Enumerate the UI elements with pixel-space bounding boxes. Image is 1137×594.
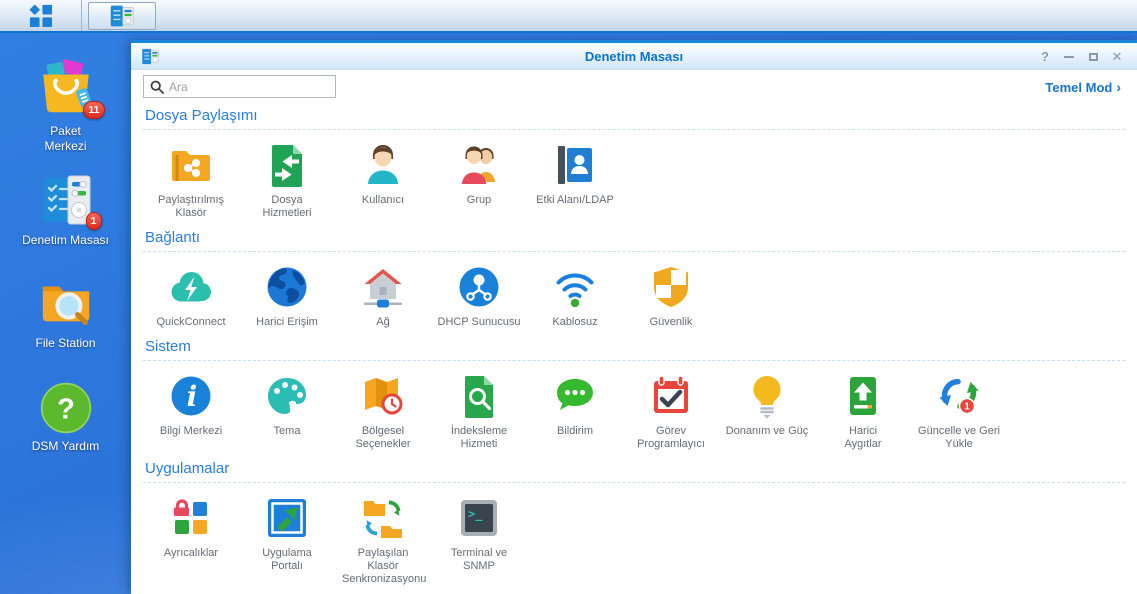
desktop-icon-label: Denetim Masası	[22, 233, 109, 248]
window-title: Denetim Masası	[131, 49, 1137, 64]
close-button[interactable]: ✕	[1107, 48, 1127, 66]
cp-item-ayricaliklar[interactable]: Ayrıcalıklar	[143, 494, 239, 560]
search-icon	[150, 80, 164, 94]
globe-icon	[263, 263, 311, 311]
update-restore-icon: 1	[935, 372, 983, 420]
desktop-icon-paket-merkezi[interactable]: 11 Paket Merkezi	[0, 59, 131, 154]
terminal-icon: >_	[455, 494, 503, 542]
cp-item-dhcp-sunucusu[interactable]: DHCP Sunucusu	[431, 263, 527, 329]
shield-icon	[647, 263, 695, 311]
taskbar	[0, 0, 1137, 33]
help-button[interactable]: ?	[1035, 48, 1055, 66]
user-icon	[359, 141, 407, 189]
folder-sync-icon	[359, 494, 407, 542]
cp-item-paylastirilmis-klasor[interactable]: Paylaştırılmış Klasör	[143, 141, 239, 220]
window-titlebar[interactable]: Denetim Masası ? ✕	[131, 43, 1137, 70]
cp-item-guncelle-ve-geri-yukle[interactable]: 1 Güncelle ve Geri Yükle	[911, 372, 1007, 451]
cp-item-etki-alani-ldap[interactable]: Etki Alanı/LDAP	[527, 141, 623, 207]
svg-text:>_: >_	[468, 507, 483, 522]
control-panel-icon	[109, 3, 135, 29]
file-services-icon	[263, 141, 311, 189]
desktop-icon-file-station[interactable]: File Station	[0, 275, 131, 351]
desktop-icon-label: DSM Yardım	[32, 439, 100, 454]
palette-icon	[263, 372, 311, 420]
indexing-search-icon	[455, 372, 503, 420]
cp-item-bildirim[interactable]: Bildirim	[527, 372, 623, 438]
cp-item-grup[interactable]: Grup	[431, 141, 527, 207]
search-input[interactable]	[169, 80, 329, 94]
window-content: Temel Mod› Dosya Paylaşımı Paylaştır	[131, 70, 1137, 594]
control-panel-window: Denetim Masası ? ✕ Temel Mod›	[131, 40, 1137, 594]
chevron-right-icon: ›	[1116, 79, 1121, 95]
cp-item-quickconnect[interactable]: QuickConnect	[143, 263, 239, 329]
svg-text:i: i	[187, 380, 198, 413]
cp-item-kullanici[interactable]: Kullanıcı	[335, 141, 431, 207]
section-title-uygulamalar: Uygulamalar	[143, 451, 1125, 483]
notification-bubble-icon	[551, 372, 599, 420]
cp-item-indeksleme-hizmeti[interactable]: İndeksleme Hizmeti	[431, 372, 527, 451]
update-badge: 1	[964, 402, 970, 413]
dhcp-hub-icon	[455, 263, 503, 311]
privileges-lock-tiles-icon	[167, 494, 215, 542]
package-center-badge: 11	[83, 101, 104, 119]
cp-item-gorev-programlayici[interactable]: Görev Programlayıcı	[623, 372, 719, 451]
cp-item-ag[interactable]: Ağ	[335, 263, 431, 329]
dsm-help-icon: ?	[38, 380, 94, 436]
desktop-icon-label: File Station	[35, 336, 95, 351]
cp-item-harici-aygitlar[interactable]: Harici Aygıtlar	[815, 372, 911, 451]
network-house-icon	[359, 263, 407, 311]
cp-item-harici-erisim[interactable]: Harici Erişim	[239, 263, 335, 329]
main-menu-icon	[28, 3, 53, 28]
cp-item-dosya-hizmetleri[interactable]: Dosya Hizmetleri	[239, 141, 335, 220]
cp-item-kablosuz[interactable]: Kablosuz	[527, 263, 623, 329]
control-panel-icon	[141, 47, 160, 66]
cp-item-paylasilan-klasor-senkronizasyonu[interactable]: Paylaşılan Klasör Senkronizasyonu	[335, 494, 431, 586]
external-device-icon	[839, 372, 887, 420]
desktop-icon-dsm-yardim[interactable]: ? DSM Yardım	[0, 380, 131, 454]
maximize-button[interactable]	[1083, 48, 1103, 66]
group-icon	[455, 141, 503, 189]
main-menu-button[interactable]	[0, 0, 82, 31]
section-title-dosya-paylasimi: Dosya Paylaşımı	[143, 98, 1125, 130]
taskbar-control-panel-button[interactable]	[88, 2, 156, 30]
cp-item-bilgi-merkezi[interactable]: i Bilgi Merkezi	[143, 372, 239, 438]
quickconnect-cloud-icon	[167, 263, 215, 311]
cp-item-tema[interactable]: Tema	[239, 372, 335, 438]
svg-text:?: ?	[57, 393, 75, 425]
cp-item-uygulama-portali[interactable]: Uygulama Portalı	[239, 494, 335, 573]
cp-item-guvenlik[interactable]: Güvenlik	[623, 263, 719, 329]
lightbulb-icon	[743, 372, 791, 420]
search-box[interactable]	[143, 75, 336, 98]
file-station-icon	[37, 275, 95, 333]
cp-item-bolgesel-secenekler[interactable]: Bölgesel Seçenekler	[335, 372, 431, 451]
control-panel-badge: 1	[86, 212, 102, 230]
cp-item-terminal-ve-snmp[interactable]: >_ Terminal ve SNMP	[431, 494, 527, 573]
desktop: 11 Paket Merkezi	[0, 33, 131, 594]
domain-ldap-icon	[551, 141, 599, 189]
section-title-sistem: Sistem	[143, 329, 1125, 361]
shared-folder-icon	[167, 141, 215, 189]
cp-item-donanim-ve-guc[interactable]: Donanım ve Güç	[719, 372, 815, 438]
desktop-icon-label: Paket Merkezi	[30, 124, 102, 154]
section-title-baglanti: Bağlantı	[143, 220, 1125, 252]
wifi-icon	[551, 263, 599, 311]
minimize-button[interactable]	[1059, 48, 1079, 66]
desktop-icon-denetim-masasi[interactable]: 1 Denetim Masası	[0, 170, 131, 248]
calendar-check-icon	[647, 372, 695, 420]
basic-mode-link[interactable]: Temel Mod›	[1045, 79, 1125, 95]
app-portal-arrow-icon	[263, 494, 311, 542]
info-icon: i	[167, 372, 215, 420]
map-clock-icon	[359, 372, 407, 420]
